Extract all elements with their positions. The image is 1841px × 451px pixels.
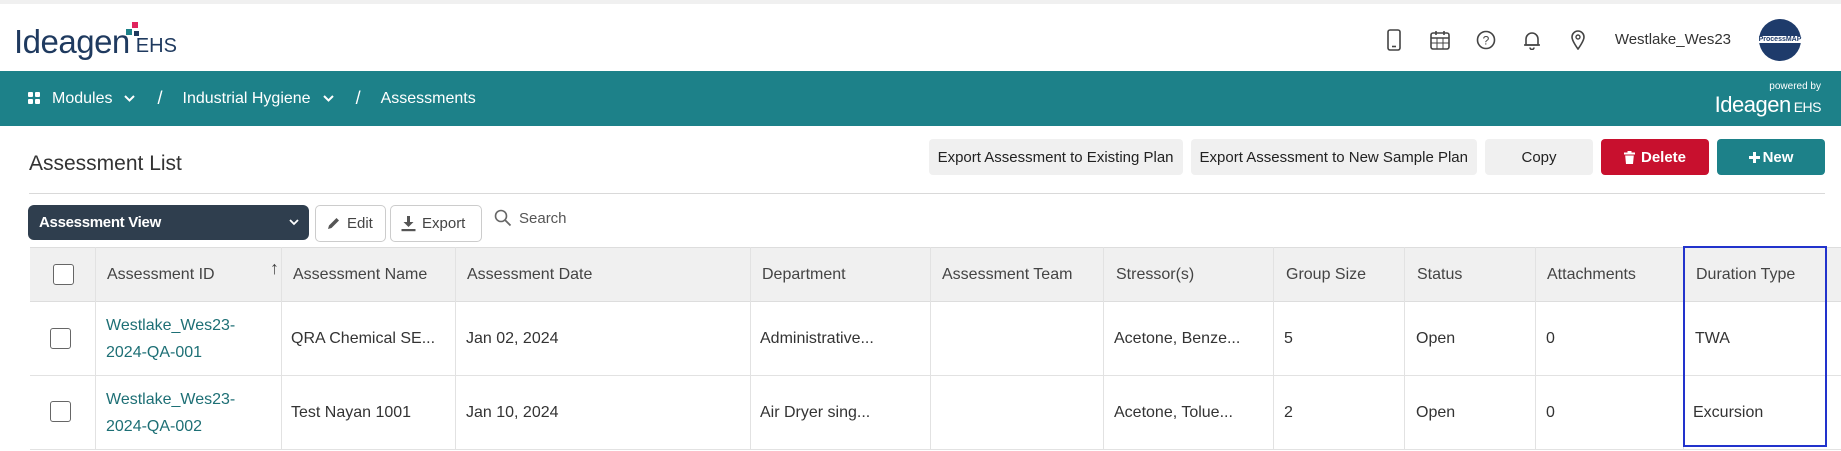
powered-by-text: powered by [1769,81,1821,92]
column-header-attachments[interactable]: Attachments [1547,247,1636,302]
attachments-cell: 0 [1546,330,1555,347]
powered-by-logo: powered by Ideagen EHS [1714,81,1822,120]
sort-ascending-icon[interactable]: ↑ [270,258,279,278]
calendar-icon[interactable] [1429,28,1451,52]
avatar-text: ProcessMAP [1757,36,1803,43]
powered-suffix: EHS [1793,99,1822,115]
chevron-down-icon [289,219,299,226]
copy-button[interactable]: Copy [1485,139,1593,175]
powered-brand: Ideagen [1714,92,1792,117]
breadcrumb-industrial-hygiene[interactable]: Industrial Hygiene [183,90,334,108]
chevron-down-icon [124,95,136,102]
column-divider [1103,247,1104,450]
breadcrumb: Modules / Industrial Hygiene / Assessmen… [28,71,476,126]
column-header-department[interactable]: Department [762,247,846,302]
breadcrumb-modules[interactable]: Modules [28,89,136,108]
column-header-group-size[interactable]: Group Size [1286,247,1366,302]
column-divider [95,247,96,450]
page-title: Assessment List [29,152,182,175]
stressors-cell: Acetone, Tolue... [1114,404,1233,421]
breadcrumb-modules-label: Modules [52,89,113,107]
new-button[interactable]: New [1717,139,1825,175]
breadcrumb-industrial-hygiene-label: Industrial Hygiene [182,89,311,107]
breadcrumb-separator: / [157,88,163,108]
location-pin-icon[interactable] [1567,28,1589,52]
assessment-id-line1: Westlake_Wes23- [106,317,236,334]
department-cell: Air Dryer sing... [760,404,871,421]
assessment-id-line2: 2024-QA-001 [106,344,203,361]
row-checkbox[interactable] [50,401,71,422]
search-input[interactable]: Search [494,209,567,227]
new-label: New [1762,148,1794,166]
download-icon [401,215,416,231]
bell-icon[interactable] [1521,28,1543,52]
view-select-value: Assessment View [39,214,161,231]
column-divider [1535,247,1536,450]
column-header-assessment-name[interactable]: Assessment Name [293,247,427,302]
ideagen-logo[interactable]: Ideagen EHS [14,18,177,62]
department-cell: Administrative... [760,330,874,347]
column-header-stressors[interactable]: Stressor(s) [1116,247,1194,302]
trash-icon [1623,150,1635,164]
assessment-date-cell: Jan 02, 2024 [466,330,559,347]
svg-text:?: ? [1482,33,1489,47]
nav-bar: Modules / Industrial Hygiene / Assessmen… [0,71,1841,126]
assessment-id-line2: 2024-QA-002 [106,418,203,435]
help-icon[interactable]: ? [1475,28,1497,52]
export-label: Export [422,215,466,232]
assessment-id-link[interactable]: Westlake_Wes23- 2024-QA-002 [106,384,235,442]
column-divider [455,247,456,450]
column-divider [1404,247,1405,450]
export-button[interactable]: Export [390,205,482,242]
view-select[interactable]: Assessment View [28,205,309,240]
search-placeholder: Search [519,209,567,227]
column-header-assessment-id[interactable]: Assessment ID [107,247,215,302]
group-size-cell: 5 [1284,330,1293,347]
divider [29,193,1825,194]
group-size-cell: 2 [1284,404,1293,421]
stressors-cell: Acetone, Benze... [1114,330,1241,347]
status-cell: Open [1416,330,1456,347]
column-divider [281,247,282,450]
action-buttons: Export Assessment to Existing Plan Expor… [921,139,1825,175]
attachments-cell: 0 [1546,404,1555,421]
column-divider [1273,247,1274,450]
breadcrumb-assessments[interactable]: Assessments [381,90,476,108]
breadcrumb-assessments-label: Assessments [380,89,476,107]
row-checkbox[interactable] [50,328,71,349]
status-cell: Open [1416,404,1456,421]
breadcrumb-separator: / [355,88,361,108]
delete-label: Delete [1640,148,1687,166]
avatar[interactable]: ProcessMAP [1757,18,1803,61]
export-new-plan-button[interactable]: Export Assessment to New Sample Plan [1190,139,1477,175]
username[interactable]: Westlake_Wes23 [1615,31,1731,48]
column-header-assessment-team[interactable]: Assessment Team [942,247,1072,302]
edit-button[interactable]: Edit [315,205,386,242]
column-divider [930,247,931,450]
assessment-id-line1: Westlake_Wes23- [106,391,236,408]
assessment-name-cell: QRA Chemical SE... [291,330,436,347]
edit-label: Edit [347,215,373,232]
duration-type-highlight [1683,246,1827,447]
assessment-date-cell: Jan 10, 2024 [466,404,559,421]
assessment-id-link[interactable]: Westlake_Wes23- 2024-QA-001 [106,310,235,368]
logo-mark-icon [126,22,139,36]
modules-grid-icon [28,91,40,104]
pencil-icon [328,218,339,229]
select-all-checkbox[interactable] [53,264,74,285]
column-header-status[interactable]: Status [1417,247,1462,302]
plus-icon [1748,151,1760,163]
header-icons: ? Westlake_Wes23 ProcessMAP [1383,4,1841,75]
chevron-down-icon [322,95,334,102]
export-existing-plan-button[interactable]: Export Assessment to Existing Plan [928,139,1183,175]
mobile-icon[interactable] [1383,28,1405,52]
delete-button[interactable]: Delete [1601,139,1709,175]
assessment-name-cell: Test Nayan 1001 [291,404,412,421]
top-header: Ideagen EHS ? Westlake_Wes23 ProcessMAP [0,0,1841,71]
logo-text: Ideagen [14,23,130,60]
column-divider [750,247,751,450]
search-icon [494,209,512,227]
column-header-assessment-date[interactable]: Assessment Date [467,247,592,302]
